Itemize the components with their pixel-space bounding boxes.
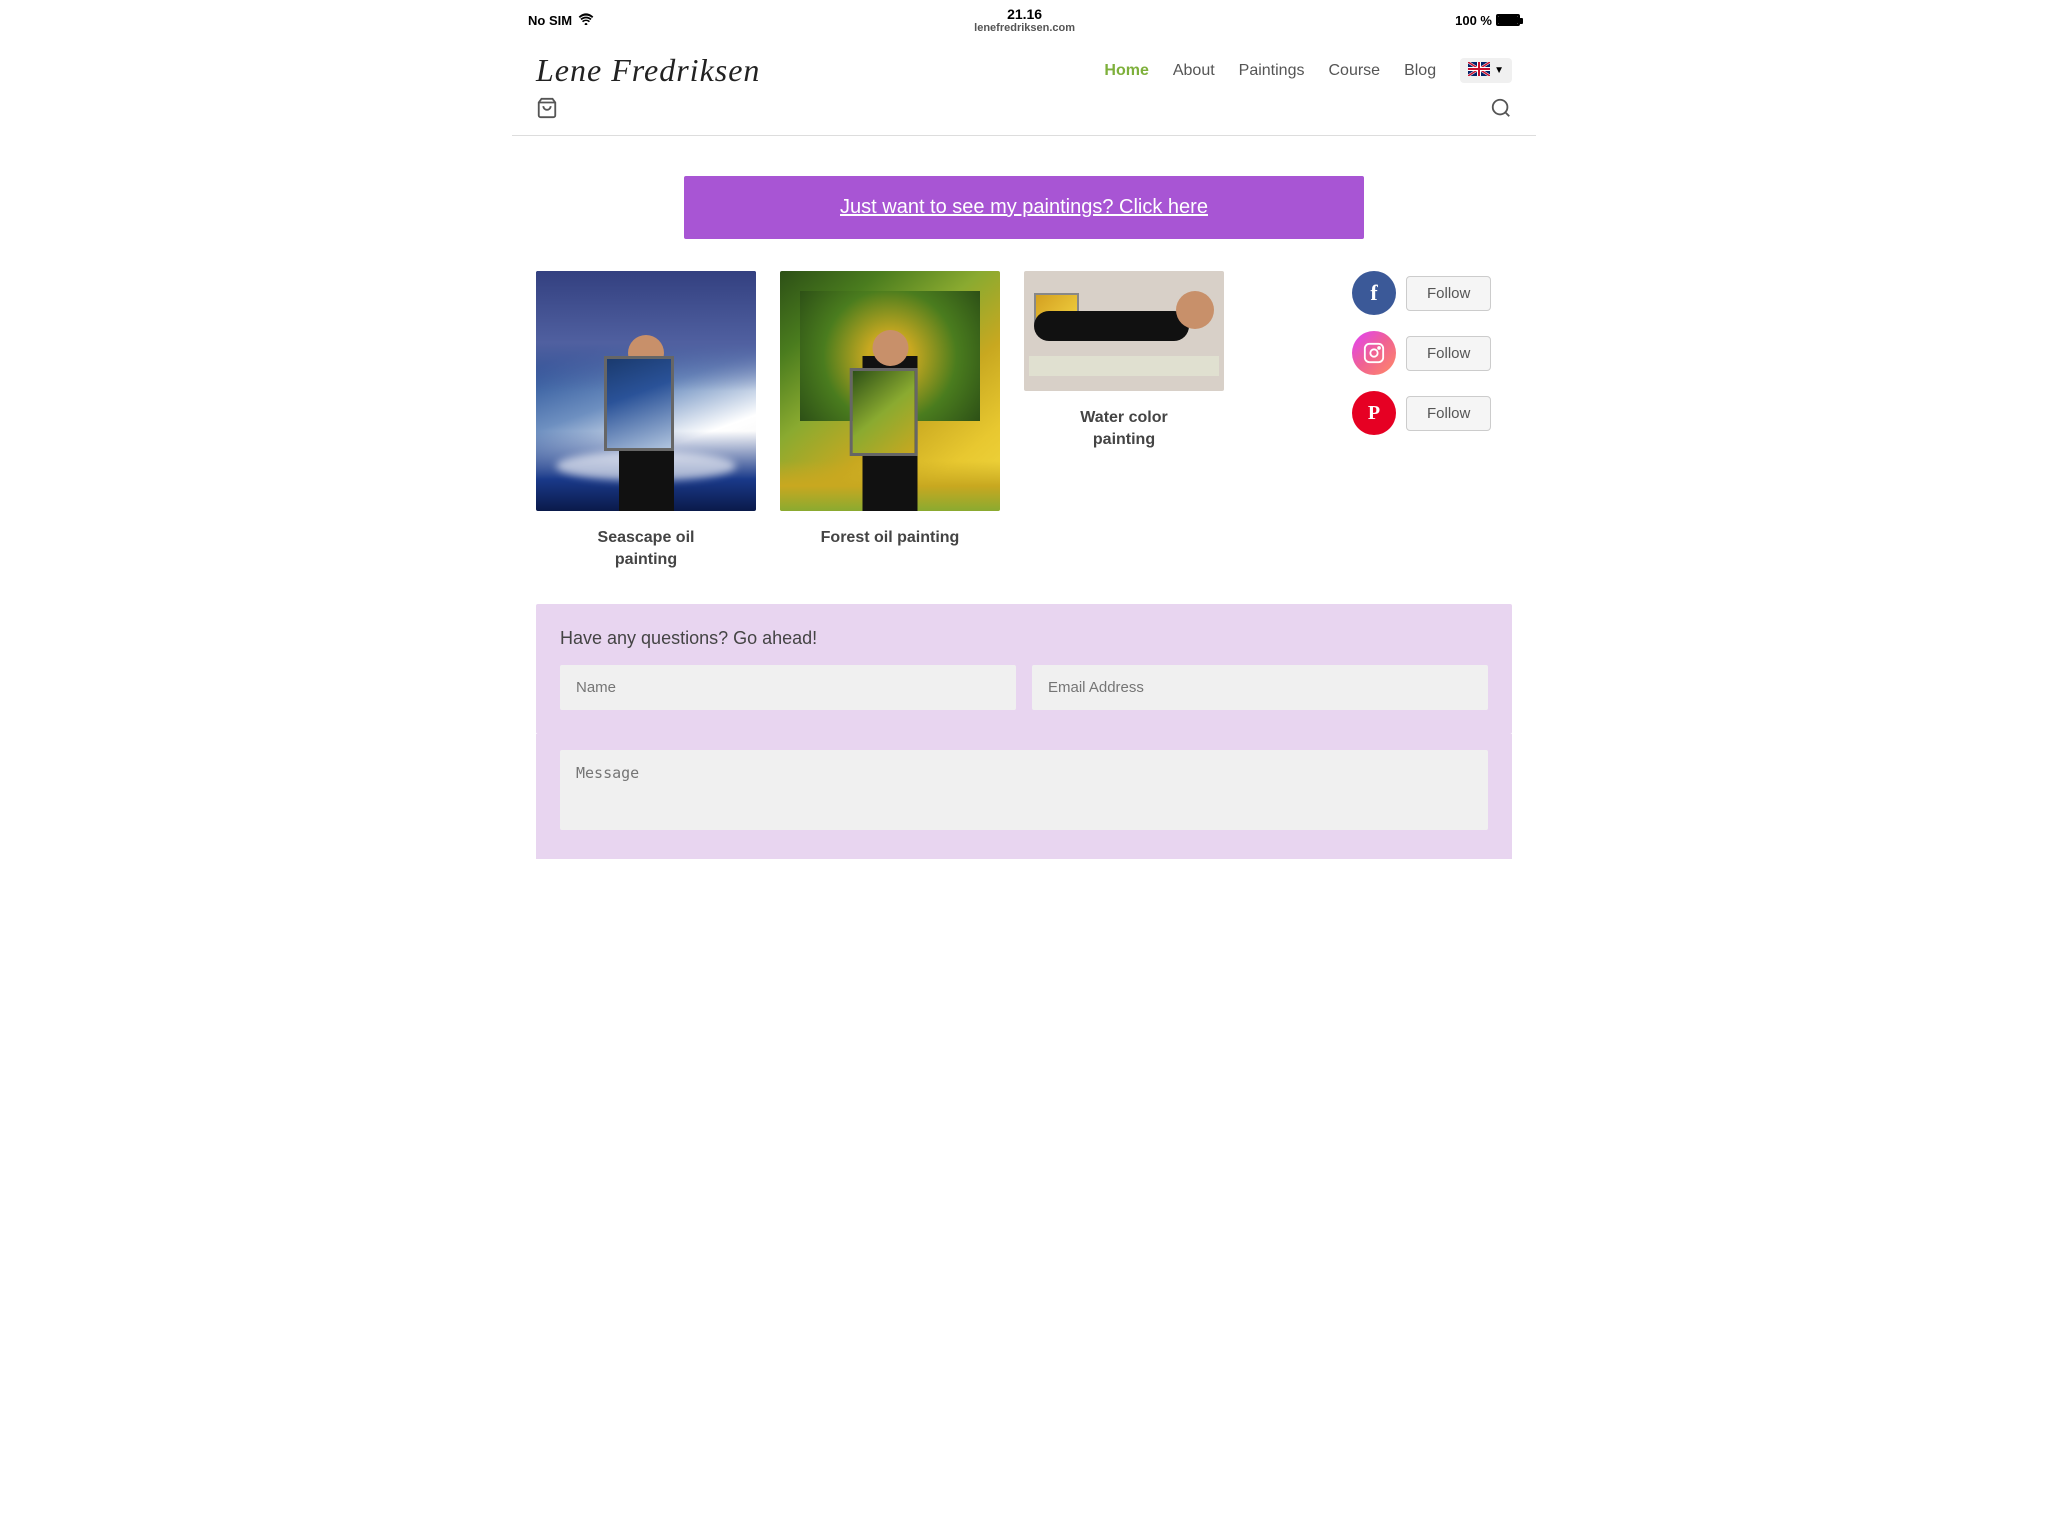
time-display: 21.16 [974, 6, 1075, 22]
social-section: f Follow Follow P Follow [1352, 271, 1512, 435]
chevron-down-icon: ▼ [1494, 65, 1504, 76]
uk-flag-icon [1468, 62, 1490, 79]
contact-textarea-section [536, 734, 1512, 859]
search-icon[interactable] [1490, 97, 1512, 125]
contact-section: Have any questions? Go ahead! [536, 604, 1512, 734]
battery-icon [1496, 14, 1520, 26]
painting-card-seascape[interactable]: Seascape oilpainting [536, 271, 756, 572]
language-selector[interactable]: ▼ [1460, 58, 1512, 83]
wifi-icon [578, 13, 594, 28]
facebook-follow-button[interactable]: Follow [1406, 276, 1491, 311]
seascape-image [536, 271, 756, 511]
battery-label: 100 % [1455, 13, 1492, 28]
watercolor-label: Water colorpainting [1024, 407, 1224, 452]
facebook-follow: f Follow [1352, 271, 1512, 315]
cart-icon[interactable] [536, 97, 558, 125]
contact-fields [560, 665, 1488, 710]
main-content: Just want to see my paintings? Click her… [512, 136, 1536, 883]
instagram-icon [1352, 331, 1396, 375]
pinterest-follow-button[interactable]: Follow [1406, 396, 1491, 431]
forest-image [780, 271, 1000, 511]
name-input[interactable] [560, 665, 1016, 710]
contact-title: Have any questions? Go ahead! [560, 628, 1488, 649]
header: Lene Fredriksen Home About Paintings Cou… [512, 40, 1536, 136]
facebook-icon: f [1352, 271, 1396, 315]
email-input[interactable] [1032, 665, 1488, 710]
instagram-follow-button[interactable]: Follow [1406, 336, 1491, 371]
pinterest-icon: P [1352, 391, 1396, 435]
header-row1: Lene Fredriksen Home About Paintings Cou… [512, 40, 1536, 97]
instagram-follow: Follow [1352, 331, 1512, 375]
nav-about[interactable]: About [1173, 62, 1215, 80]
forest-label: Forest oil painting [780, 527, 1000, 549]
nav-home[interactable]: Home [1104, 62, 1148, 80]
url-display: lenefredriksen.com [974, 22, 1075, 34]
painting-card-forest[interactable]: Forest oil painting [780, 271, 1000, 549]
pinterest-follow: P Follow [1352, 391, 1512, 435]
status-right: 100 % [1455, 13, 1520, 28]
nav-paintings[interactable]: Paintings [1239, 62, 1305, 80]
status-bar: No SIM 21.16 lenefredriksen.com 100 % [512, 0, 1536, 40]
painting-card-watercolor[interactable]: Water colorpainting [1024, 271, 1224, 452]
cta-banner[interactable]: Just want to see my paintings? Click her… [684, 176, 1364, 239]
site-logo[interactable]: Lene Fredriksen [536, 52, 760, 89]
nav-links: Home About Paintings Course Blog [1104, 58, 1512, 83]
message-textarea[interactable] [560, 750, 1488, 830]
nav-course[interactable]: Course [1328, 62, 1380, 80]
nav-blog[interactable]: Blog [1404, 62, 1436, 80]
watercolor-image [1024, 271, 1224, 391]
status-center: 21.16 lenefredriksen.com [974, 6, 1075, 34]
gallery-section: Seascape oilpainting Forest oil painting [536, 271, 1512, 572]
header-row2 [512, 97, 1536, 135]
carrier-label: No SIM [528, 13, 572, 28]
seascape-label: Seascape oilpainting [536, 527, 756, 572]
status-left: No SIM [528, 13, 594, 28]
